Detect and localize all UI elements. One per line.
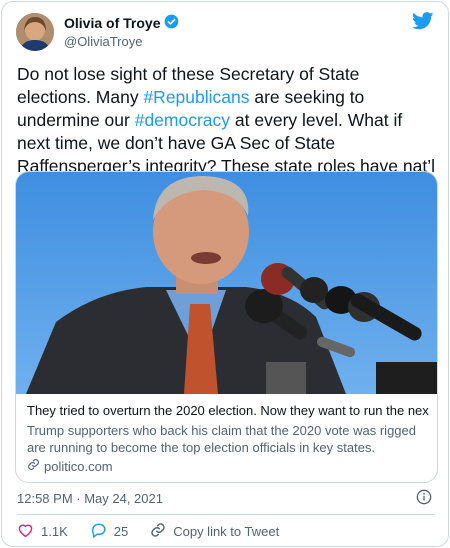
author-name-row[interactable]: Olivia of Troye [64, 14, 179, 32]
hashtag-republicans[interactable]: #Republicans [143, 87, 249, 107]
twitter-bird-icon[interactable] [412, 12, 434, 35]
link-icon [150, 522, 166, 541]
link-preview-image[interactable] [16, 172, 437, 394]
copy-link-button[interactable]: Copy link to Tweet [150, 522, 279, 541]
link-card-domain[interactable]: politico.com [44, 459, 113, 474]
divider [17, 514, 435, 515]
verified-badge-icon [164, 14, 179, 32]
reply-count: 25 [113, 524, 129, 539]
avatar[interactable] [16, 13, 54, 51]
hashtag-democracy[interactable]: #democracy [135, 110, 230, 130]
reply-bubble-icon [90, 522, 107, 541]
tweet-card[interactable]: Olivia of Troye @OliviaTroye Do not lose… [1, 1, 449, 547]
link-card-title[interactable]: They tried to overturn the 2020 election… [27, 403, 429, 418]
link-card-domain-row[interactable]: politico.com [27, 458, 113, 474]
link-card-description: Trump supporters who back his claim that… [27, 423, 416, 455]
link-icon [27, 458, 40, 474]
author-display-name[interactable]: Olivia of Troye [64, 15, 160, 31]
link-preview-card[interactable]: They tried to overturn the 2020 election… [15, 171, 438, 483]
copy-link-label: Copy link to Tweet [173, 524, 280, 539]
author-handle[interactable]: @OliviaTroye [64, 34, 142, 49]
heart-icon [17, 522, 34, 541]
like-count: 1.1K [41, 524, 68, 539]
action-bar: 1.1K 25 Copy link to Tweet [17, 522, 301, 541]
tweet-timestamp[interactable]: 12:58 PM · May 24, 2021 [17, 491, 163, 506]
like-button[interactable]: 1.1K [17, 522, 68, 541]
reply-button[interactable]: 25 [90, 522, 128, 541]
info-icon[interactable] [416, 489, 432, 510]
